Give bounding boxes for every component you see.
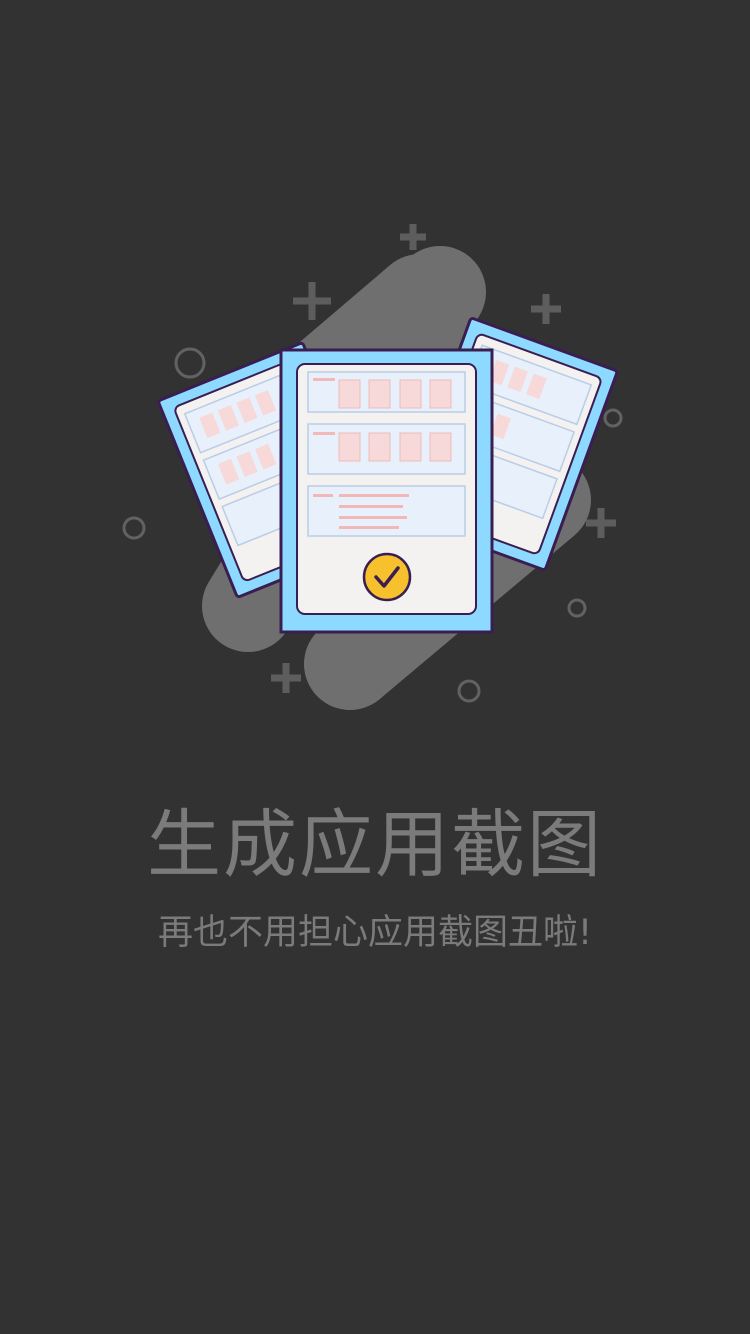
page-subtitle: 再也不用担心应用截图丑啦!: [157, 913, 593, 953]
onboarding-screen: 生成应用截图 再也不用担心应用截图丑啦!: [0, 0, 750, 1334]
document-card-front: [279, 348, 494, 634]
page-title: 生成应用截图: [147, 802, 603, 888]
screenshot-documents-icon: [122, 224, 623, 710]
check-icon: [362, 552, 412, 602]
